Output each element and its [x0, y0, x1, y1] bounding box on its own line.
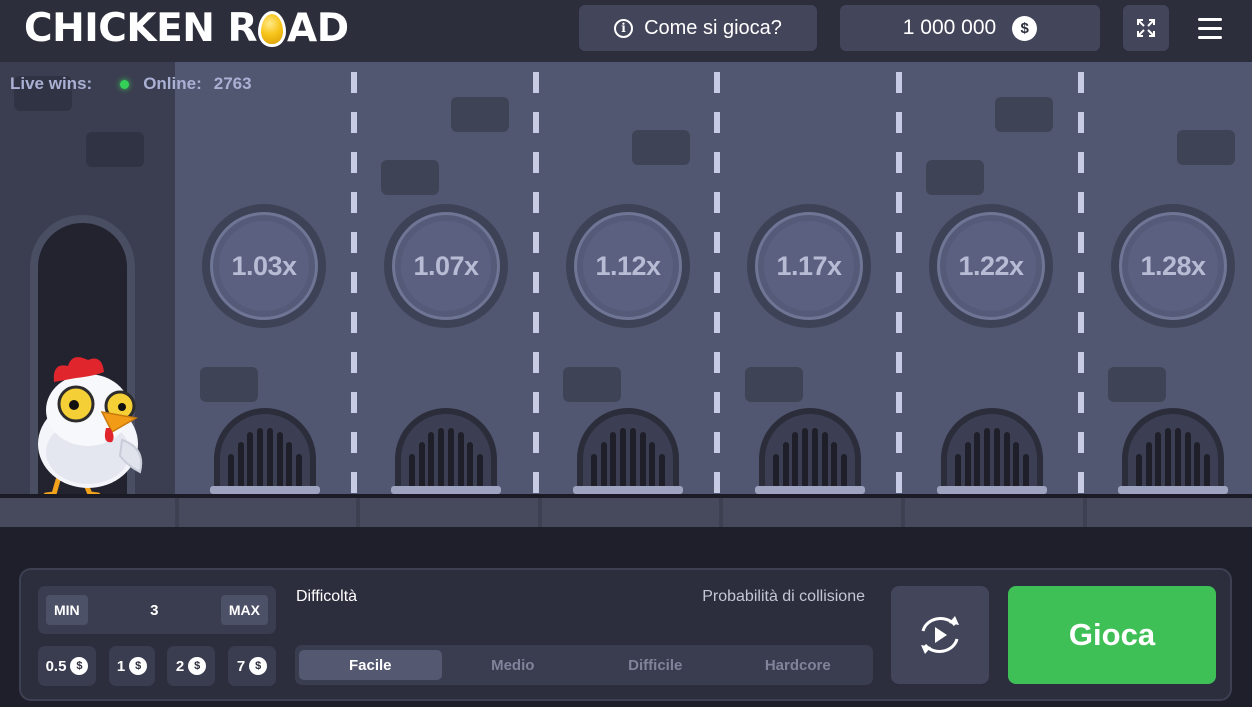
wall-brick [995, 97, 1053, 132]
live-wins-label: Live wins: [10, 74, 93, 93]
wall-brick [745, 367, 803, 402]
how-to-play-label: Come si gioca? [644, 16, 782, 39]
min-bet-button[interactable]: MIN [46, 595, 88, 625]
dollar-coin-icon: $ [249, 657, 268, 675]
multiplier-value: 1.22x [958, 250, 1024, 281]
logo-text-right: AD [287, 5, 349, 51]
multiplier-4[interactable]: 1.17x [747, 204, 871, 328]
wall-brick [451, 97, 509, 132]
quick-bet-value: 7 [236, 657, 246, 675]
dollar-coin-icon: $ [70, 657, 89, 675]
online-label: Online: [143, 74, 202, 93]
multiplier-2[interactable]: 1.07x [384, 204, 508, 328]
multiplier-5[interactable]: 1.22x [929, 204, 1053, 328]
difficulty-selector: Facile Medio Difficile Hardcore [295, 645, 873, 685]
multiplier-value: 1.12x [595, 250, 661, 281]
lane-divider [896, 72, 902, 494]
wall-brick [1108, 367, 1166, 402]
quick-bet-value: 1 [116, 657, 126, 675]
wall-brick [1177, 130, 1235, 165]
sewer-grate [573, 408, 683, 494]
lane-divider [351, 72, 357, 494]
quick-bet-0-5[interactable]: 0.5 $ [38, 646, 96, 686]
game-logo: CHICKEN R AD [24, 5, 349, 51]
wall-brick [381, 160, 439, 195]
auto-play-icon [921, 616, 959, 654]
sewer-grate [937, 408, 1047, 494]
sewer-grate [755, 408, 865, 494]
wall-brick [563, 367, 621, 402]
difficulty-label: Difficoltà [296, 588, 358, 605]
wall-brick [200, 367, 258, 402]
quick-bet-1[interactable]: 1 $ [109, 646, 155, 686]
play-button[interactable]: Gioca [1008, 586, 1216, 684]
dollar-coin-icon: $ [129, 657, 148, 675]
sewer-grate [1118, 408, 1228, 494]
tab-medio[interactable]: Medio [442, 650, 585, 680]
wall-brick [632, 130, 690, 165]
multiplier-value: 1.07x [413, 250, 479, 281]
fullscreen-button[interactable] [1123, 5, 1169, 51]
collision-probability-label: Probabilità di collisione [702, 588, 865, 605]
wall-brick [926, 160, 984, 195]
multiplier-value: 1.17x [776, 250, 842, 281]
hamburger-menu-icon [1198, 17, 1222, 21]
lane-divider [1078, 72, 1084, 494]
lane-divider [533, 72, 539, 494]
wall-brick [86, 132, 144, 167]
dollar-coin-icon: $ [1012, 15, 1038, 41]
dollar-coin-icon: $ [188, 657, 207, 675]
tab-difficile[interactable]: Difficile [584, 650, 727, 680]
golden-egg-icon [258, 11, 287, 47]
multiplier-6[interactable]: 1.28x [1111, 204, 1235, 328]
chicken-character [38, 357, 143, 494]
balance-display: 1 000 000 $ [840, 5, 1100, 51]
bet-amount-input[interactable]: 3 [150, 602, 158, 619]
max-bet-button[interactable]: MAX [220, 595, 268, 625]
live-stats: Live wins: Online: 2763 [10, 74, 252, 94]
road [0, 498, 1252, 527]
multiplier-value: 1.28x [1140, 250, 1206, 281]
info-icon: i [614, 18, 634, 38]
lane-divider [714, 72, 720, 494]
online-status-dot [120, 79, 130, 89]
quick-bet-7[interactable]: 7 $ [228, 646, 276, 686]
bet-amount-box: MIN 3 MAX [38, 586, 276, 634]
tab-facile[interactable]: Facile [299, 650, 442, 680]
sewer-grate [210, 408, 320, 494]
header-bar: CHICKEN R AD i Come si gioca? 1 000 000 … [0, 0, 1252, 62]
multiplier-3[interactable]: 1.12x [566, 204, 690, 328]
logo-text-left: CHICKEN R [24, 5, 258, 51]
how-to-play-button[interactable]: i Come si gioca? [579, 5, 817, 51]
quick-bet-value: 2 [175, 657, 185, 675]
sewer-grate [391, 408, 501, 494]
multiplier-1[interactable]: 1.03x [202, 204, 326, 328]
quick-bet-value: 0.5 [45, 657, 67, 675]
auto-play-button[interactable] [891, 586, 989, 684]
control-panel: MIN 3 MAX 0.5 $ 1 $ 2 $ 7 $ Difficoltà P… [19, 568, 1232, 701]
online-count: 2763 [213, 74, 252, 93]
menu-button[interactable] [1190, 12, 1230, 44]
tab-hardcore[interactable]: Hardcore [727, 650, 870, 680]
balance-value: 1 000 000 [902, 16, 997, 39]
fullscreen-icon [1137, 19, 1155, 37]
multiplier-value: 1.03x [231, 250, 297, 281]
game-area: Live wins: Online: 2763 1.03x 1.07x 1.12… [0, 62, 1252, 494]
quick-bet-2[interactable]: 2 $ [167, 646, 215, 686]
